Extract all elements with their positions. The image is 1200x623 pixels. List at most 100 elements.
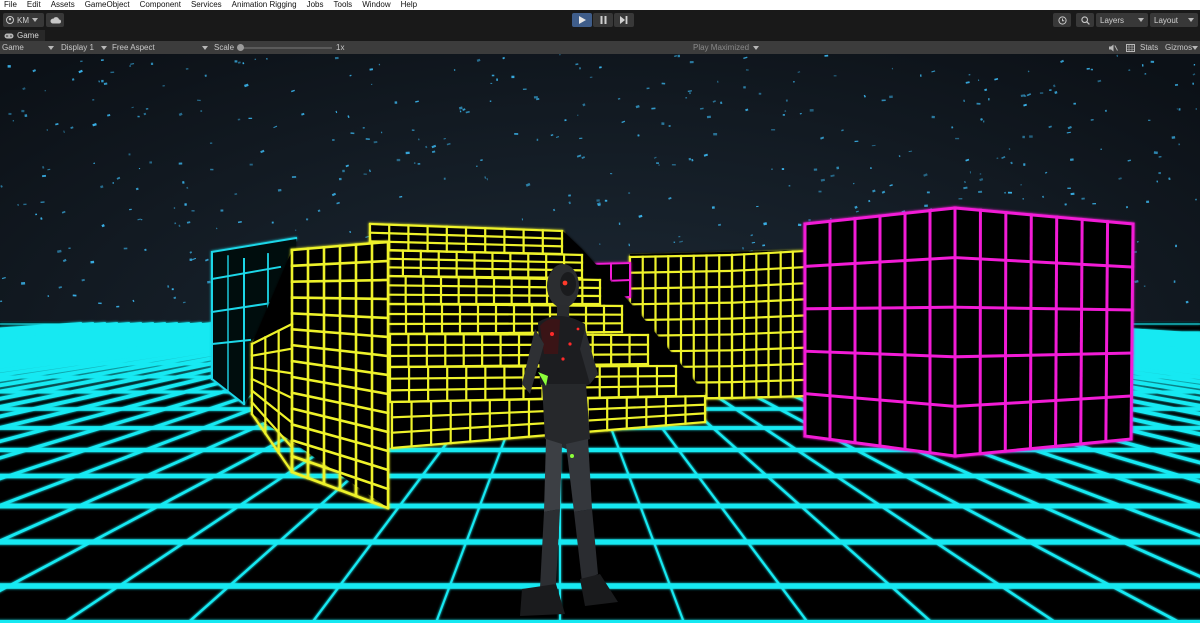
game-scene xyxy=(0,54,1200,623)
star xyxy=(363,173,367,175)
star xyxy=(411,129,415,131)
stats-toggle[interactable]: Stats xyxy=(1140,41,1158,54)
star xyxy=(173,207,176,209)
menu-item-window[interactable]: Window xyxy=(357,0,395,10)
star xyxy=(137,115,140,118)
star xyxy=(334,56,339,60)
star xyxy=(924,204,928,207)
account-dropdown[interactable]: KM xyxy=(3,13,44,27)
magenta-cube xyxy=(803,206,1135,458)
search-button[interactable] xyxy=(1076,13,1094,27)
pause-button[interactable] xyxy=(593,13,613,27)
menu-item-gameobject[interactable]: GameObject xyxy=(80,0,135,10)
history-icon xyxy=(1057,15,1067,25)
star xyxy=(1141,64,1144,67)
game-view-toolbar: Game Display 1 Free Aspect Scale 1x Play… xyxy=(0,41,1200,54)
cube-line xyxy=(1104,220,1110,443)
star xyxy=(1171,136,1176,139)
star xyxy=(656,162,659,164)
star xyxy=(689,92,691,95)
star xyxy=(511,75,515,79)
star xyxy=(220,209,224,212)
view-mode-label: Game xyxy=(2,43,24,52)
scale-slider-thumb[interactable] xyxy=(237,44,244,51)
star xyxy=(711,206,715,209)
play-maximized-dropdown[interactable]: Play Maximized xyxy=(693,41,759,54)
cube-line xyxy=(803,305,957,311)
star xyxy=(1023,163,1026,166)
menu-item-help[interactable]: Help xyxy=(396,0,422,10)
star xyxy=(453,69,456,71)
star xyxy=(1150,60,1155,63)
star xyxy=(150,62,154,65)
star xyxy=(21,109,25,113)
star xyxy=(1104,109,1107,112)
menu-item-tools[interactable]: Tools xyxy=(329,0,358,10)
menu-item-component[interactable]: Component xyxy=(135,0,186,10)
cube-line xyxy=(1003,211,1008,453)
star xyxy=(443,177,446,180)
star xyxy=(1029,135,1033,138)
play-button[interactable] xyxy=(572,13,592,27)
display-dropdown[interactable]: Display 1 xyxy=(61,41,107,54)
chevron-down-icon xyxy=(101,45,107,50)
chevron-down-icon xyxy=(1192,45,1199,50)
star xyxy=(47,295,50,298)
star xyxy=(1175,244,1177,248)
undo-history-button[interactable] xyxy=(1053,13,1071,27)
star xyxy=(1007,191,1012,194)
star xyxy=(1070,158,1074,161)
star xyxy=(628,192,631,194)
star xyxy=(1146,200,1150,203)
grid-icon xyxy=(1125,43,1135,52)
star xyxy=(1100,148,1102,150)
menu-item-edit[interactable]: Edit xyxy=(22,0,46,10)
scale-slider-track[interactable] xyxy=(240,47,332,49)
menu-item-animation-rigging[interactable]: Animation Rigging xyxy=(227,0,302,10)
game-viewport[interactable] xyxy=(0,54,1200,623)
tab-game[interactable]: Game xyxy=(0,30,45,41)
menu-item-file[interactable]: File xyxy=(0,0,22,10)
view-mode-dropdown[interactable]: Game xyxy=(2,41,54,54)
menu-item-services[interactable]: Services xyxy=(186,0,227,10)
step-icon xyxy=(620,16,628,24)
layout-dropdown[interactable]: Layout xyxy=(1150,13,1198,27)
display-options-button[interactable] xyxy=(1124,41,1136,54)
step-button[interactable] xyxy=(614,13,634,27)
menu-item-jobs[interactable]: Jobs xyxy=(302,0,329,10)
star xyxy=(100,59,104,61)
star xyxy=(204,74,207,77)
star xyxy=(90,260,95,264)
star xyxy=(1158,171,1161,175)
star xyxy=(1178,108,1181,111)
gizmos-dropdown[interactable]: Gizmos xyxy=(1165,41,1199,54)
layers-label: Layers xyxy=(1100,15,1125,25)
scale-label: Scale xyxy=(214,43,235,52)
account-icon xyxy=(6,16,14,24)
star xyxy=(248,117,253,119)
wall-line xyxy=(290,278,390,284)
star xyxy=(833,75,837,77)
cube-line xyxy=(1054,215,1059,448)
star xyxy=(362,127,365,129)
gizmos-label: Gizmos xyxy=(1165,43,1193,52)
cube-line xyxy=(1079,217,1084,446)
layers-dropdown[interactable]: Layers xyxy=(1096,13,1148,27)
star xyxy=(597,203,601,207)
star xyxy=(604,199,608,202)
star xyxy=(162,85,165,87)
cloud-button[interactable] xyxy=(46,13,64,27)
star xyxy=(889,95,893,99)
star xyxy=(189,258,193,261)
aspect-dropdown[interactable]: Free Aspect xyxy=(112,41,208,54)
mute-audio-button[interactable] xyxy=(1107,41,1119,54)
star xyxy=(824,54,829,57)
star xyxy=(677,54,681,58)
star xyxy=(785,99,788,102)
star xyxy=(830,217,832,220)
aspect-label: Free Aspect xyxy=(112,43,155,52)
star xyxy=(210,168,214,171)
menu-item-assets[interactable]: Assets xyxy=(46,0,80,10)
star xyxy=(533,96,538,99)
star xyxy=(191,210,195,212)
